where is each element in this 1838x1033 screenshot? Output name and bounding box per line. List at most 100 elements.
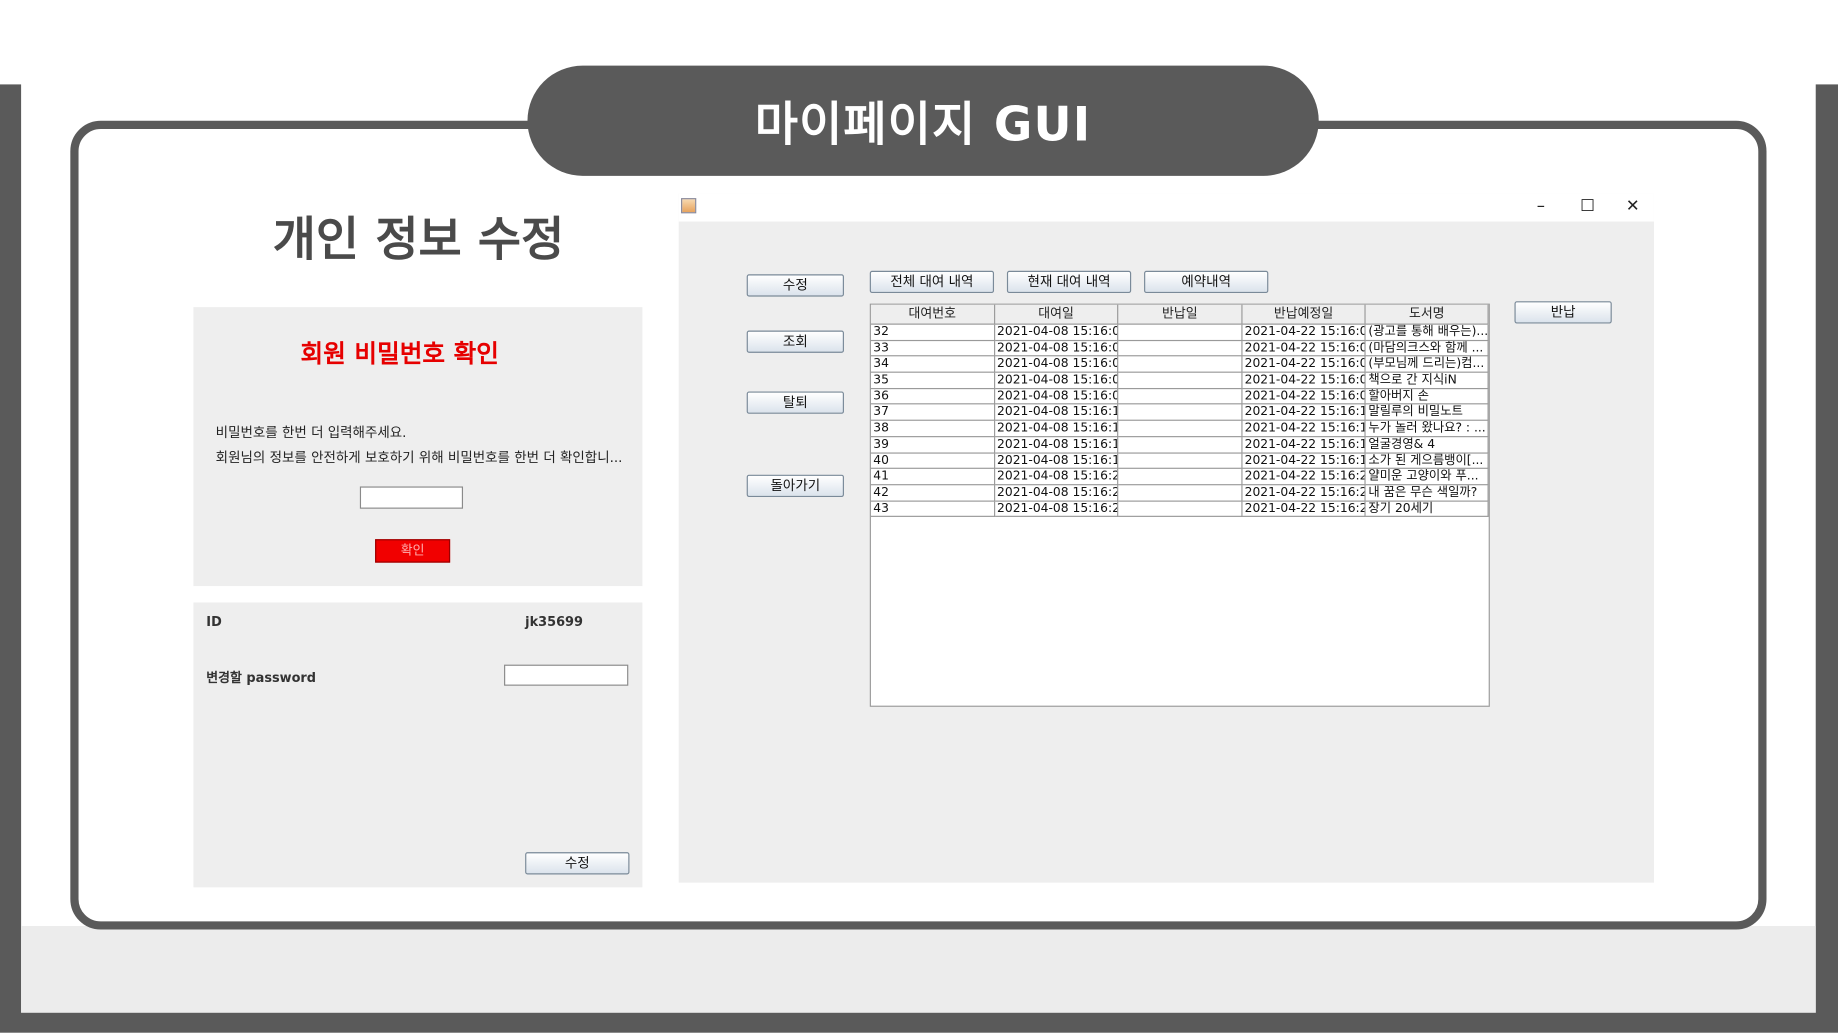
slide: 마이페이지 GUI 개인 정보 수정 회원 비밀번호 확인 비밀번호를 한번 더… <box>0 0 1838 1033</box>
new-password-label: 변경할 password <box>206 670 317 686</box>
table-row[interactable]: 34 2021-04-08 15:16:04 2021-04-22 15:16:04… <box>870 356 1489 373</box>
table-cell: 2021-04-08 15:16:12 <box>994 437 1119 454</box>
column-header[interactable]: 반납일 <box>1118 304 1243 324</box>
close-icon[interactable]: ✕ <box>1626 197 1640 216</box>
table-cell <box>1118 356 1243 373</box>
lookup-button[interactable]: 조회 <box>746 330 844 353</box>
tab-reservations[interactable]: 예약내역 <box>1144 270 1269 294</box>
column-header[interactable]: 도서명 <box>1366 304 1489 324</box>
table-cell: 2021-04-22 15:16:10 <box>1242 404 1367 421</box>
withdraw-button[interactable]: 탈퇴 <box>746 391 844 414</box>
back-button[interactable]: 돌아가기 <box>746 474 844 498</box>
table-cell: 40 <box>870 453 995 470</box>
column-header[interactable]: 대여번호 <box>871 304 995 324</box>
table-cell: 2021-04-08 15:16:19 <box>994 453 1119 470</box>
table-cell: 2021-04-08 15:16:04 <box>994 356 1119 373</box>
table-row[interactable]: 36 2021-04-08 15:16:09 2021-04-22 15:16:09… <box>870 388 1489 405</box>
table-cell: 얄미운 고양이와 푸... <box>1366 469 1489 486</box>
table-cell: 39 <box>870 437 995 454</box>
verify-password-input[interactable] <box>359 486 464 509</box>
verify-title: 회원 비밀번호 확인 <box>300 339 499 369</box>
mypage-window: – ☐ ✕ 수정 조회 탈퇴 돌아가기 전체 대여 내역 현재 대여 내역 예약… <box>678 193 1654 883</box>
tab-all-rentals[interactable]: 전체 대여 내역 <box>869 270 995 294</box>
table-cell: 2021-04-08 15:16:21 <box>994 485 1119 502</box>
new-password-input[interactable] <box>504 664 629 686</box>
table-cell: 33 <box>870 340 995 357</box>
table-cell: 2021-04-08 15:16:09 <box>994 388 1119 405</box>
table-cell: 2021-04-22 15:16:06 <box>1242 372 1367 389</box>
table-row[interactable]: 38 2021-04-08 15:16:11 2021-04-22 15:16:11… <box>870 420 1489 438</box>
table-cell: 42 <box>870 485 995 502</box>
table-row[interactable]: 43 2021-04-08 15:16:23 2021-04-22 15:16:23… <box>870 501 1489 518</box>
table-cell: 34 <box>870 356 995 373</box>
table-row[interactable]: 39 2021-04-08 15:16:12 2021-04-22 15:16:12… <box>870 437 1489 454</box>
table-header: 대여번호 대여일 반납일 반납예정일 도서명 <box>870 304 1489 325</box>
maximize-icon[interactable]: ☐ <box>1580 197 1595 216</box>
table-cell <box>1118 453 1243 470</box>
table-cell: 38 <box>870 420 995 438</box>
table-cell: 2021-04-08 15:16:03 <box>994 340 1119 357</box>
confirm-button[interactable]: 확인 <box>375 539 451 563</box>
table-cell <box>1118 324 1243 341</box>
table-cell: 2021-04-08 15:16:02 <box>994 324 1119 341</box>
table-cell: 소가 된 게으름뱅이[... <box>1366 453 1489 470</box>
table-cell: 32 <box>870 324 995 341</box>
table-row[interactable]: 33 2021-04-08 15:16:03 2021-04-22 15:16:03… <box>870 340 1489 357</box>
table-cell: 2021-04-22 15:16:09 <box>1242 388 1367 405</box>
rental-table[interactable]: 대여번호 대여일 반납일 반납예정일 도서명 32 2021-04-08 15:1… <box>869 303 1490 707</box>
slide-title: 마이페이지 GUI <box>527 65 1319 176</box>
table-cell <box>1118 469 1243 486</box>
table-cell <box>1118 485 1243 502</box>
table-cell: 35 <box>870 372 995 389</box>
table-cell: 2021-04-22 15:16:02 <box>1242 324 1367 341</box>
table-cell: (부모님께 드리는)컴... <box>1366 356 1489 373</box>
table-cell: 2021-04-22 15:16:12 <box>1242 437 1367 454</box>
table-row[interactable]: 42 2021-04-08 15:16:21 2021-04-22 15:16:21… <box>870 485 1489 502</box>
table-cell: 2021-04-08 15:16:11 <box>994 420 1119 438</box>
frame-bottom-bar <box>0 1012 1838 1033</box>
window-titlebar: – ☐ ✕ <box>678 193 1654 222</box>
table-cell: 2021-04-22 15:16:11 <box>1242 420 1367 438</box>
table-cell: 책으로 간 지식iN <box>1366 372 1489 389</box>
column-header[interactable]: 대여일 <box>995 304 1119 324</box>
minimize-icon[interactable]: – <box>1537 197 1545 216</box>
tab-current-rentals[interactable]: 현재 대여 내역 <box>1006 270 1132 294</box>
table-cell: 2021-04-22 15:16:21 <box>1242 485 1367 502</box>
table-cell <box>1118 501 1243 518</box>
table-row[interactable]: 35 2021-04-08 15:16:06 2021-04-22 15:16:06… <box>870 372 1489 389</box>
left-heading: 개인 정보 수정 <box>272 213 565 268</box>
id-label: ID <box>206 614 222 630</box>
table-cell: 내 꿈은 무슨 색일까? <box>1366 485 1489 502</box>
table-body: 32 2021-04-08 15:16:02 2021-04-22 15:16:02… <box>870 324 1489 518</box>
table-cell: 2021-04-22 15:16:20 <box>1242 469 1367 486</box>
book-page-decoration <box>21 926 1816 1013</box>
table-cell <box>1118 372 1243 389</box>
table-cell <box>1118 404 1243 421</box>
table-cell: 2021-04-22 15:16:23 <box>1242 501 1367 518</box>
table-cell: 얼굴경영& 4 <box>1366 437 1489 454</box>
column-header[interactable]: 반납예정일 <box>1242 304 1367 324</box>
return-button[interactable]: 반납 <box>1514 301 1612 324</box>
table-row[interactable]: 41 2021-04-08 15:16:20 2021-04-22 15:16:20… <box>870 469 1489 486</box>
password-verify-panel: 회원 비밀번호 확인 비밀번호를 한번 더 입력해주세요. 회원님의 정보를 안… <box>193 307 643 587</box>
table-cell: 2021-04-22 15:16:03 <box>1242 340 1367 357</box>
table-cell <box>1118 437 1243 454</box>
table-cell: (마담의크스와 함께 ... <box>1366 340 1489 357</box>
table-cell <box>1118 340 1243 357</box>
table-cell: 2021-04-08 15:16:23 <box>994 501 1119 518</box>
table-cell: 37 <box>870 404 995 421</box>
table-cell: 할아버지 손 <box>1366 388 1489 405</box>
table-cell: 41 <box>870 469 995 486</box>
save-button[interactable]: 수정 <box>525 852 630 875</box>
table-row[interactable]: 32 2021-04-08 15:16:02 2021-04-22 15:16:02… <box>870 324 1489 341</box>
table-cell: 2021-04-08 15:16:20 <box>994 469 1119 486</box>
table-row[interactable]: 37 2021-04-08 15:16:10 2021-04-22 15:16:10… <box>870 404 1489 421</box>
frame-right-bar <box>1815 84 1838 1032</box>
edit-button[interactable]: 수정 <box>746 274 844 297</box>
table-row[interactable]: 40 2021-04-08 15:16:19 2021-04-22 15:16:19… <box>870 453 1489 470</box>
verify-description: 회원님의 정보를 안전하게 보호하기 위해 비밀번호를 한번 더 확인합니... <box>215 448 623 466</box>
table-cell: 2021-04-08 15:16:06 <box>994 372 1119 389</box>
table-cell: 누가 놀러 왔나요? : ... <box>1366 420 1489 438</box>
verify-instruction: 비밀번호를 한번 더 입력해주세요. <box>215 424 407 441</box>
id-value: jk35699 <box>525 614 584 630</box>
